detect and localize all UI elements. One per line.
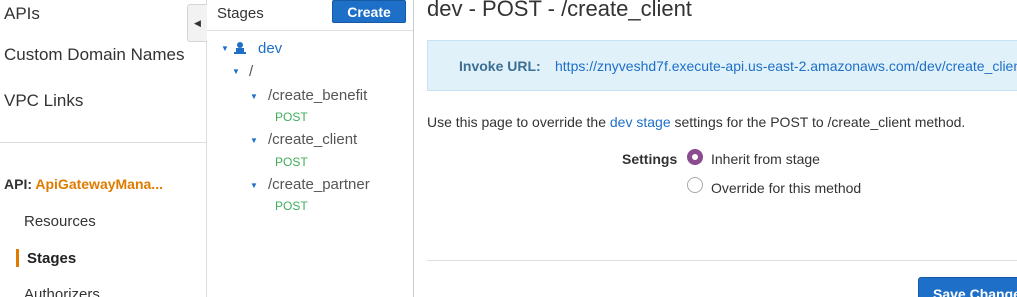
radio-override-for-method[interactable] — [687, 177, 703, 193]
nav-divider — [0, 142, 206, 143]
api-prefix: API: — [4, 176, 32, 192]
stages-title: Stages — [217, 5, 264, 22]
desc-text-start: Use this page to override the — [427, 114, 606, 130]
tree-resource-create-benefit[interactable]: /create_benefit — [268, 87, 367, 104]
dev-stage-link[interactable]: dev stage — [610, 114, 671, 130]
stages-panel: Stages Create ▼ dev ▼ / ▼ /create_benefi… — [207, 0, 414, 297]
nav-item-resources[interactable]: Resources — [24, 213, 96, 230]
caret-down-icon[interactable]: ▼ — [250, 136, 258, 145]
caret-down-icon[interactable]: ▼ — [250, 92, 258, 101]
nav-item-apis[interactable]: APIs — [4, 4, 40, 24]
nav-item-custom-domain-names[interactable]: Custom Domain Names — [4, 45, 184, 65]
stages-divider — [207, 30, 413, 31]
nav-item-authorizers[interactable]: Authorizers — [24, 286, 100, 297]
invoke-url-box: Invoke URL: https://znyveshd7f.execute-a… — [427, 40, 1017, 91]
stage-icon — [234, 42, 246, 54]
invoke-url-label: Invoke URL: — [459, 58, 541, 74]
chevron-left-icon: ◀ — [194, 17, 201, 28]
radio-label-override[interactable]: Override for this method — [711, 180, 861, 196]
caret-down-icon[interactable]: ▼ — [232, 67, 240, 76]
nav-item-vpc-links[interactable]: VPC Links — [4, 91, 83, 111]
caret-down-icon[interactable]: ▼ — [221, 44, 229, 53]
override-description: Use this page to override the dev stage … — [427, 114, 965, 130]
api-header: API: ApiGatewayMana... — [4, 176, 163, 192]
page-title: dev - POST - /create_client — [427, 0, 692, 21]
tree-resource-create-partner[interactable]: /create_partner — [268, 176, 370, 193]
radio-label-inherit[interactable]: Inherit from stage — [711, 151, 820, 167]
tree-method-post[interactable]: POST — [275, 110, 308, 124]
left-navigation: APIs Custom Domain Names VPC Links API: … — [0, 0, 207, 297]
tree-method-post[interactable]: POST — [275, 199, 308, 213]
save-changes-button[interactable]: Save Changes — [918, 277, 1017, 297]
main-content: dev - POST - /create_client Invoke URL: … — [415, 0, 1017, 297]
tree-stage-dev[interactable]: dev — [258, 40, 282, 57]
nav-item-stages[interactable]: Stages — [27, 250, 76, 267]
caret-down-icon[interactable]: ▼ — [250, 181, 258, 190]
tree-method-post[interactable]: POST — [275, 155, 308, 169]
invoke-url-link[interactable]: https://znyveshd7f.execute-api.us-east-2… — [555, 58, 1017, 74]
main-divider — [427, 260, 1017, 261]
active-indicator — [16, 249, 19, 267]
settings-label: Settings — [622, 151, 678, 167]
collapse-nav-button[interactable]: ◀ — [187, 4, 207, 42]
tree-resource-create-client[interactable]: /create_client — [268, 131, 357, 148]
radio-inherit-from-stage[interactable] — [687, 149, 703, 165]
create-stage-button[interactable]: Create — [332, 0, 406, 23]
tree-root-resource[interactable]: / — [249, 63, 253, 80]
desc-text-end: settings for the POST to /create_client … — [674, 114, 966, 130]
api-name-link[interactable]: ApiGatewayMana... — [35, 176, 163, 192]
